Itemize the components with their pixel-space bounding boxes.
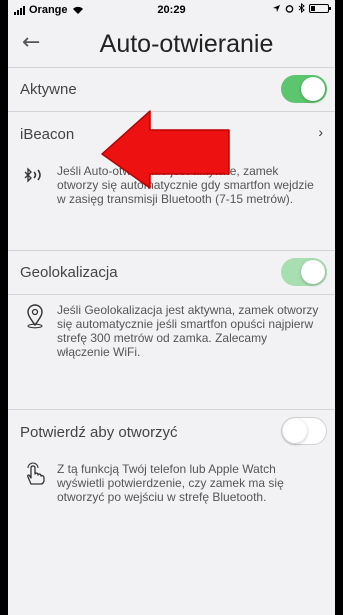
battery-icon — [309, 3, 331, 13]
row-ibeacon-label: iBeacon — [20, 125, 75, 143]
geo-info: Jeśli Geolokalizacja jest aktywna, zamek… — [8, 295, 335, 409]
phone-screen: Orange 20:29 ← Auto-otwieranie Aktywne i — [8, 0, 335, 615]
row-aktywne-label: Aktywne — [20, 81, 77, 98]
row-geolokalizacja[interactable]: Geolokalizacja — [8, 251, 335, 295]
row-geo-label: Geolokalizacja — [20, 264, 118, 281]
hand-tap-icon — [27, 462, 45, 485]
nav-header: ← Auto-otwieranie — [8, 20, 335, 68]
bluetooth-status-icon — [298, 3, 305, 13]
location-arrow-icon — [272, 4, 281, 12]
aktywne-toggle[interactable] — [281, 75, 327, 103]
location-pin-icon — [27, 304, 43, 329]
potwierdz-toggle[interactable] — [281, 417, 327, 445]
confirm-info: Z tą funkcją Twój telefon lub Apple Watc… — [8, 454, 335, 524]
status-bar: Orange 20:29 — [8, 0, 335, 20]
page-title: Auto-otwieranie — [99, 30, 274, 58]
row-potwierdz[interactable]: Potwierdź aby otworzyć — [8, 410, 335, 454]
bluetooth-icon — [24, 167, 41, 183]
geolokalizacja-toggle[interactable] — [281, 258, 327, 286]
row-aktywne[interactable]: Aktywne — [8, 68, 335, 112]
red-arrow-annotation — [101, 110, 230, 189]
geo-info-text: Jeśli Geolokalizacja jest aktywna, zamek… — [57, 303, 319, 359]
chevron-right-icon: › — [318, 124, 323, 140]
row-confirm-label: Potwierdź aby otworzyć — [20, 423, 178, 441]
confirm-info-text: Z tą funkcją Twój telefon lub Apple Watc… — [57, 462, 284, 504]
alarm-icon — [285, 4, 294, 13]
